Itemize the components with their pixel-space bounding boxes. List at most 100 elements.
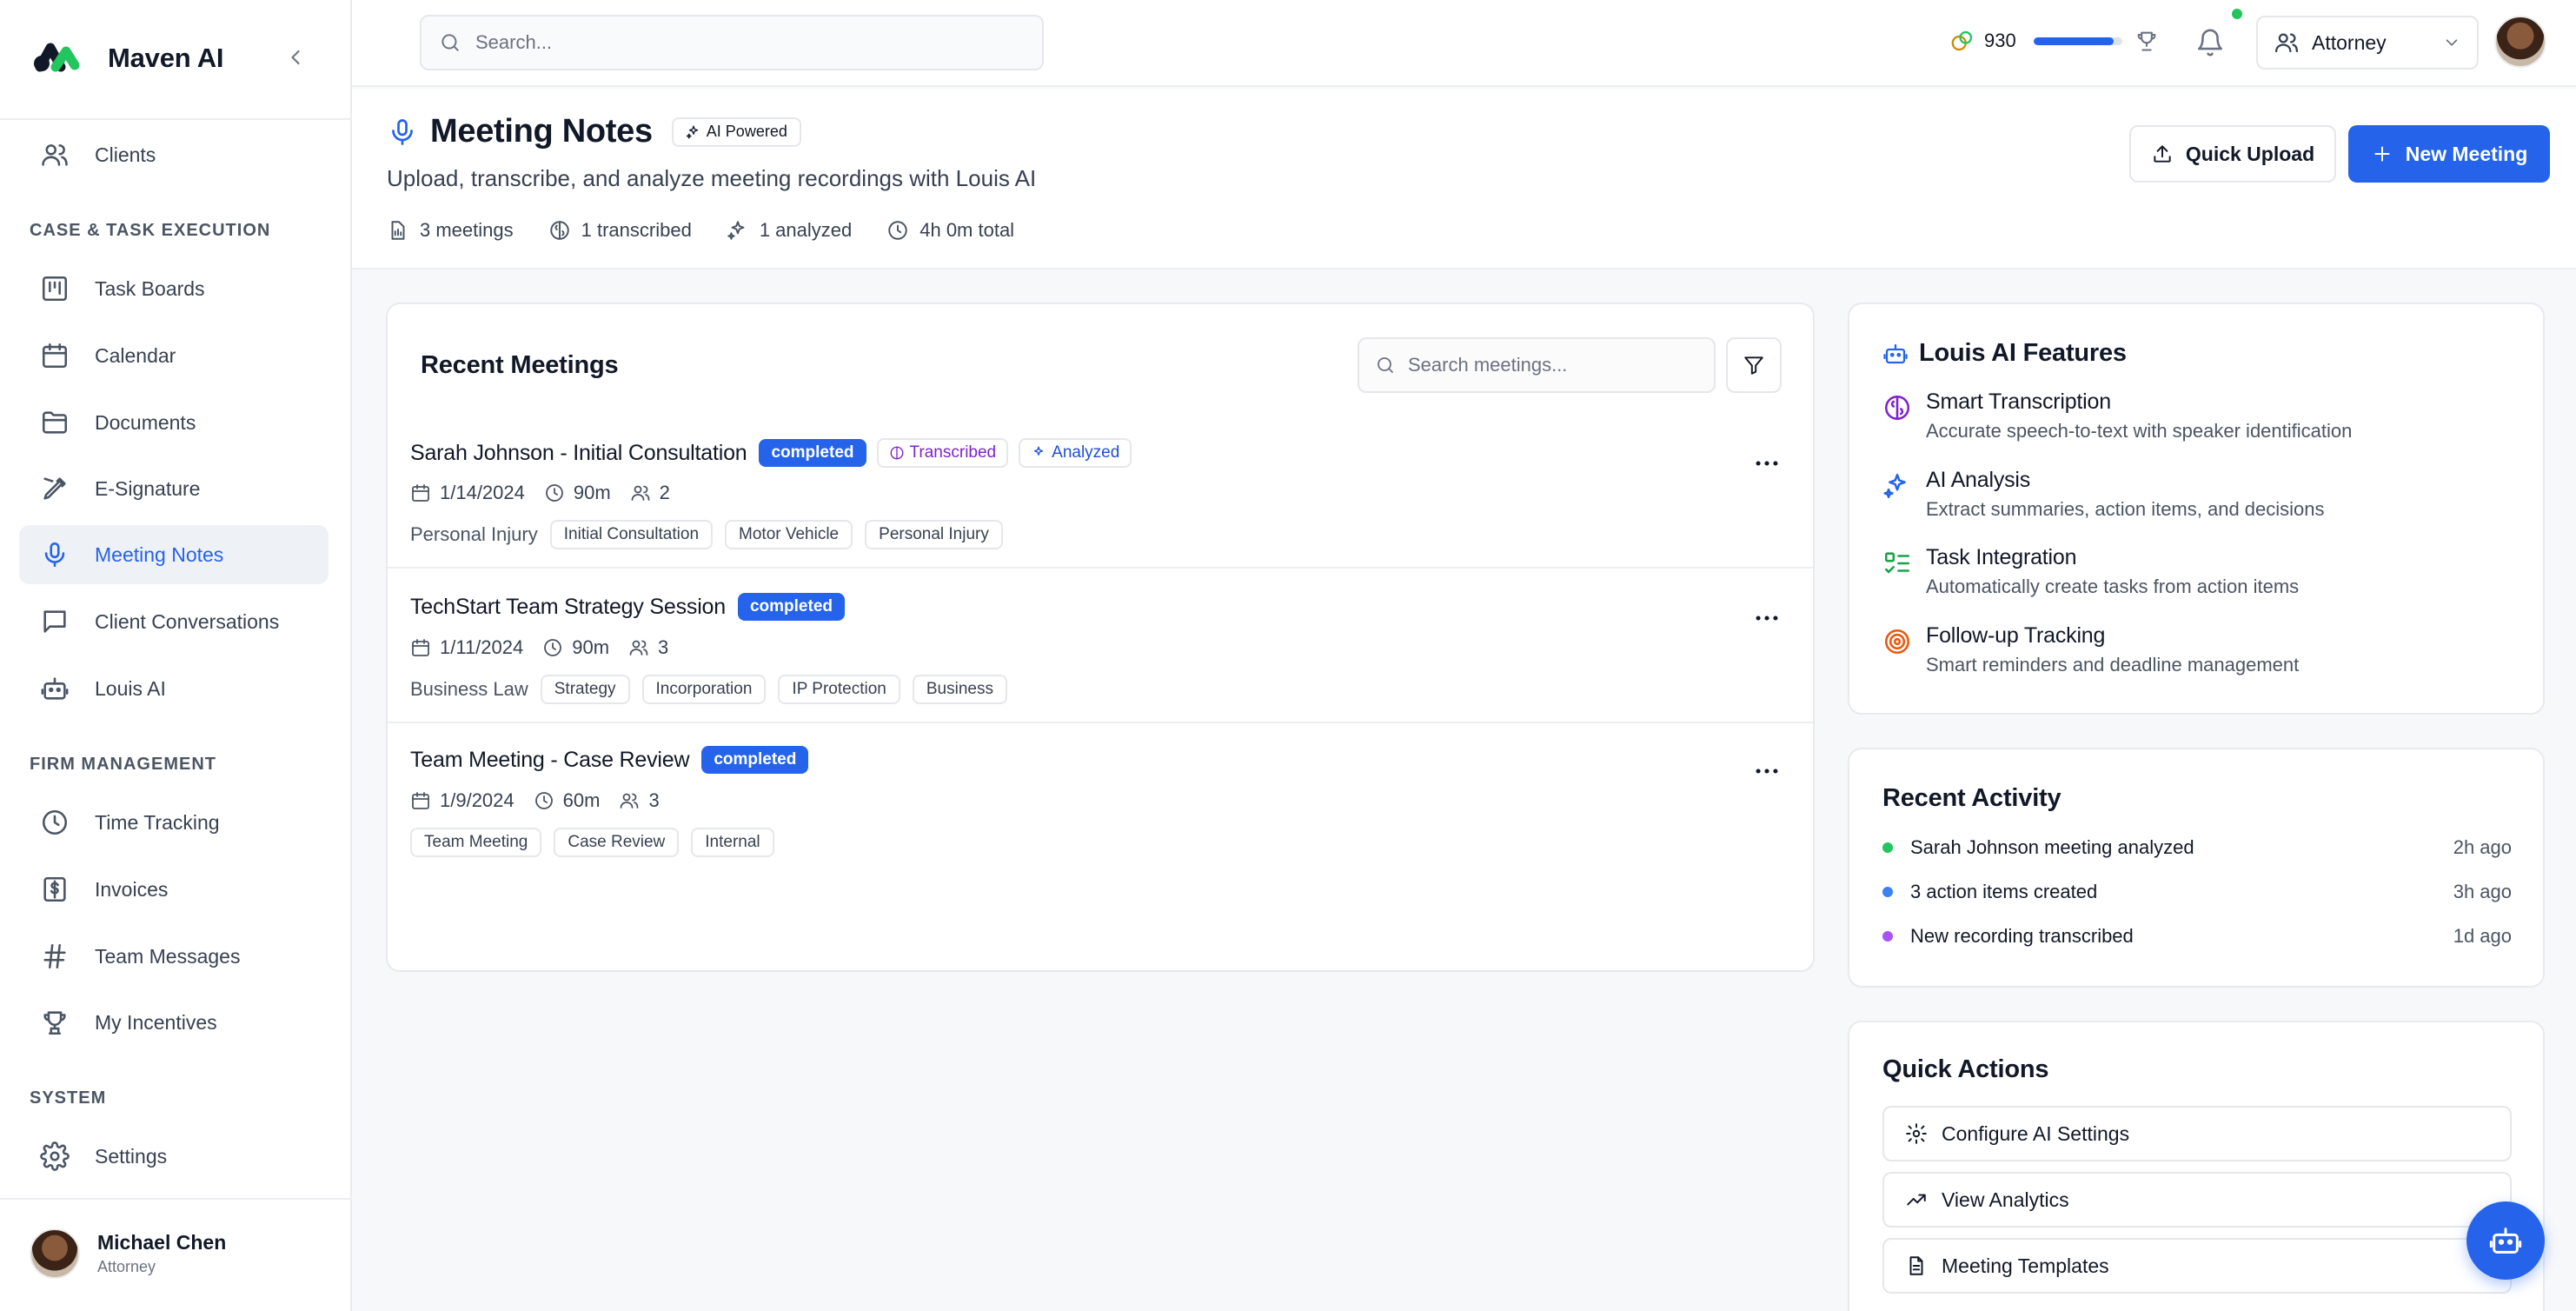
meeting-templates-button[interactable]: Meeting Templates: [1882, 1238, 2512, 1294]
sidebar-item-task-boards[interactable]: Task Boards: [19, 259, 329, 318]
sidebar-item-time-tracking[interactable]: Time Tracking: [19, 793, 329, 852]
bot-icon: [1883, 343, 1908, 363]
sidebar-item-label: Clients: [95, 143, 156, 166]
filter-button[interactable]: [1726, 337, 1782, 393]
feature-title: AI Analysis: [1926, 468, 2031, 492]
section-title-case-task: CASE & TASK EXECUTION: [30, 221, 271, 240]
feature-desc: Automatically create tasks from action i…: [1926, 576, 2300, 597]
meeting-title[interactable]: Sarah Johnson - Initial Consultation: [410, 441, 747, 466]
stat-meetings: 3 meetings: [387, 219, 514, 242]
notifications-bell-icon[interactable]: [2195, 28, 2225, 57]
trophy-icon: [2137, 31, 2156, 51]
users-icon: [40, 140, 70, 170]
meeting-row[interactable]: Sarah Johnson - Initial Consultation com…: [388, 416, 1813, 569]
meeting-duration: 90m: [544, 482, 611, 504]
user-profile[interactable]: Michael Chen Attorney: [30, 1228, 226, 1279]
feature-item: Follow-up Tracking Smart reminders and d…: [1882, 623, 2299, 676]
calendar-icon: [412, 792, 429, 809]
configure-ai-settings-button[interactable]: Configure AI Settings: [1882, 1106, 2512, 1161]
activity-text: Sarah Johnson meeting analyzed: [1910, 836, 2194, 858]
stat-label: 1 analyzed: [759, 219, 853, 241]
view-analytics-button[interactable]: View Analytics: [1882, 1172, 2512, 1228]
button-label: View Analytics: [1942, 1188, 2069, 1211]
sidebar: Maven AI Clients CASE & TASK EXECUTION T…: [0, 0, 352, 1311]
meta-value: 1/11/2024: [440, 636, 524, 658]
brain-icon: [890, 446, 903, 460]
brand-name: Maven AI: [108, 43, 224, 73]
calendar-icon: [412, 484, 429, 502]
role-select[interactable]: Attorney: [2256, 16, 2479, 70]
brand[interactable]: Maven AI: [30, 40, 224, 77]
points-widget[interactable]: 930: [1949, 28, 2159, 54]
meta-value: 3: [648, 789, 660, 811]
feature-title: Smart Transcription: [1926, 389, 2111, 414]
sidebar-item-e-signature[interactable]: E-Signature: [19, 459, 329, 518]
more-options-icon[interactable]: [1752, 449, 1782, 478]
sidebar-item-invoices[interactable]: Invoices: [19, 860, 329, 919]
meeting-row[interactable]: Team Meeting - Case Review completed 1/9…: [388, 723, 1813, 876]
meta-value: 1/9/2024: [440, 789, 515, 811]
sidebar-item-louis-ai[interactable]: Louis AI: [19, 659, 329, 718]
meetings-search-input[interactable]: [1408, 354, 1695, 376]
points-progress-fill: [2033, 37, 2114, 45]
more-options-icon[interactable]: [1752, 756, 1782, 786]
divider: [0, 1198, 352, 1200]
sidebar-item-label: Meeting Notes: [95, 542, 224, 566]
recent-meetings-card: Recent Meetings Sarah Johnson - Initial …: [386, 303, 1815, 972]
button-label: New Meeting: [2405, 142, 2528, 165]
feature-item: Smart Transcription Accurate speech-to-t…: [1882, 389, 2352, 443]
divider: [0, 118, 352, 120]
users-icon: [2275, 33, 2298, 53]
meta-value: 90m: [572, 636, 610, 658]
badge-label: Analyzed: [1052, 443, 1120, 462]
quick-upload-button[interactable]: Quick Upload: [2129, 125, 2336, 183]
collapse-sidebar-icon[interactable]: [283, 45, 308, 70]
search-icon: [1378, 357, 1393, 373]
status-dot: [1882, 887, 1893, 897]
folder-icon: [40, 408, 70, 437]
meeting-attendees: 3: [628, 636, 668, 659]
upload-icon: [2154, 145, 2171, 163]
gear-icon: [40, 1141, 70, 1171]
meeting-date: 1/14/2024: [410, 482, 525, 504]
sidebar-item-meeting-notes[interactable]: Meeting Notes: [19, 525, 329, 584]
sidebar-item-client-conversations[interactable]: Client Conversations: [19, 592, 329, 651]
card-title: Louis AI Features: [1919, 339, 2127, 367]
new-meeting-button[interactable]: New Meeting: [2348, 125, 2550, 183]
sidebar-item-label: My Incentives: [95, 1010, 217, 1034]
sidebar-item-settings[interactable]: Settings: [19, 1127, 329, 1186]
tag: Strategy: [540, 675, 630, 704]
recent-activity-card: Recent Activity Sarah Johnson meeting an…: [1848, 748, 2545, 988]
sidebar-item-team-messages[interactable]: Team Messages: [19, 927, 329, 986]
sidebar-item-calendar[interactable]: Calendar: [19, 326, 329, 385]
activity-time: 3h ago: [2453, 881, 2512, 902]
meeting-row[interactable]: TechStart Team Strategy Session complete…: [388, 570, 1813, 723]
feature-item: AI Analysis Extract summaries, action it…: [1882, 468, 2325, 521]
top-avatar[interactable]: [2494, 16, 2546, 68]
louis-ai-chat-fab[interactable]: [2466, 1201, 2545, 1280]
coins-icon: [1951, 30, 1973, 51]
global-search-input[interactable]: [475, 31, 997, 54]
sparkles-icon: [727, 221, 745, 240]
meeting-attendees: 3: [619, 789, 660, 812]
page-title: Meeting Notes: [430, 113, 653, 150]
global-search[interactable]: [420, 15, 1044, 70]
sidebar-item-label: Client Conversations: [95, 609, 280, 633]
transcribed-badge: Transcribed: [876, 438, 1009, 468]
more-options-icon[interactable]: [1752, 603, 1782, 633]
section-title-system: SYSTEM: [30, 1088, 107, 1108]
meeting-title[interactable]: Team Meeting - Case Review: [410, 748, 690, 773]
tag: Business: [912, 675, 1007, 704]
button-label: Configure AI Settings: [1942, 1121, 2130, 1145]
meeting-attendees: 2: [630, 482, 670, 504]
tag: Personal Injury: [865, 520, 1003, 549]
sidebar-item-clients[interactable]: Clients: [19, 125, 329, 184]
meta-value: 90m: [573, 482, 611, 503]
sidebar-item-documents[interactable]: Documents: [19, 393, 329, 452]
avatar: [30, 1228, 80, 1279]
meetings-search[interactable]: [1358, 337, 1716, 393]
clock-icon: [40, 808, 70, 837]
dollar-file-icon: [40, 875, 70, 904]
sidebar-item-my-incentives[interactable]: My Incentives: [19, 993, 329, 1052]
meeting-title[interactable]: TechStart Team Strategy Session: [410, 595, 726, 620]
